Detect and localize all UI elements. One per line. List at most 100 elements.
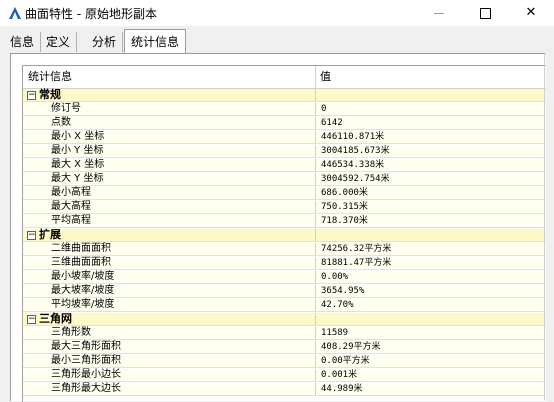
statistic-value: 0.00% xyxy=(321,272,349,282)
column-divider xyxy=(315,271,316,283)
column-divider xyxy=(315,117,316,129)
statistic-name: 三角形数 xyxy=(51,327,91,338)
table-row[interactable]: 平均坡率/坡度 42.70% xyxy=(23,299,546,312)
statistic-name: 最大坡率/坡度 xyxy=(51,285,115,296)
app-a-icon xyxy=(9,7,21,19)
column-header-statistic[interactable]: 统计信息 xyxy=(28,66,72,88)
category-label: 三角网 xyxy=(39,312,72,325)
statistic-value: 0 xyxy=(321,104,327,114)
statistic-name: 最大高程 xyxy=(51,201,91,212)
statistics-grid: 统计信息 值 − 常规 修订号 0 点数 6142 最小 X 坐标 446110.871米 最小… xyxy=(22,65,546,402)
tab-strip: 信息 定义 分析 统计信息 xyxy=(0,26,554,55)
statistic-value: 750.315米 xyxy=(321,202,368,212)
close-icon: ✕ xyxy=(525,5,537,20)
statistic-value: 446534.338米 xyxy=(321,160,385,170)
column-divider xyxy=(315,341,316,353)
statistic-value: 44.989米 xyxy=(321,384,363,394)
category-row[interactable]: − 常规 xyxy=(23,89,546,102)
column-divider xyxy=(315,369,316,381)
column-divider xyxy=(315,243,316,255)
title-bar: 曲面特性 - 原始地形副本 ✕ xyxy=(0,0,554,26)
column-divider xyxy=(315,131,316,143)
column-divider xyxy=(315,383,316,395)
tab-definition[interactable]: 定义 xyxy=(46,32,78,52)
column-divider[interactable] xyxy=(315,66,316,88)
statistic-name: 最大三角形面积 xyxy=(51,341,121,352)
statistic-name: 最小坡率/坡度 xyxy=(51,271,115,282)
statistic-value: 42.70% xyxy=(321,300,354,310)
grid-header: 统计信息 值 xyxy=(23,66,546,89)
column-divider xyxy=(315,299,316,311)
statistic-name: 修订号 xyxy=(51,103,81,114)
statistic-name: 最小 X 坐标 xyxy=(51,131,105,142)
table-row[interactable]: 三角形最大边长 44.989米 xyxy=(23,383,546,396)
tab-statistics[interactable]: 统计信息 xyxy=(124,29,187,55)
statistic-value: 81881.47平方米 xyxy=(321,258,392,268)
panel-right-edge xyxy=(544,53,545,400)
minimize-button[interactable] xyxy=(416,0,462,26)
category-label: 常规 xyxy=(39,88,61,101)
column-divider xyxy=(315,355,316,367)
statistic-name: 三维曲面面积 xyxy=(51,257,111,268)
statistics-panel: 统计信息 值 − 常规 修订号 0 点数 6142 最小 X 坐标 446110.871米 最小… xyxy=(10,53,546,402)
statistic-name: 平均坡率/坡度 xyxy=(51,299,115,310)
tab-info[interactable]: 信息 xyxy=(10,32,42,52)
statistic-value: 3654.95% xyxy=(321,286,365,296)
table-row[interactable]: 二维曲面面积 74256.32平方米 xyxy=(23,243,546,256)
statistic-value: 11589 xyxy=(321,328,349,338)
column-divider xyxy=(315,201,316,213)
statistic-name: 二维曲面面积 xyxy=(51,243,111,254)
table-row[interactable]: 三维曲面面积 81881.47平方米 xyxy=(23,257,546,270)
maximize-button[interactable] xyxy=(462,0,508,26)
statistic-name: 最小 Y 坐标 xyxy=(51,145,104,156)
table-row[interactable]: 最小 X 坐标 446110.871米 xyxy=(23,131,546,144)
minimize-icon xyxy=(434,13,444,14)
table-row[interactable]: 最大 X 坐标 446534.338米 xyxy=(23,159,546,172)
column-divider xyxy=(315,215,316,227)
table-row[interactable]: 最大高程 750.315米 xyxy=(23,201,546,214)
column-divider xyxy=(315,89,316,101)
window-title: 曲面特性 - 原始地形副本 xyxy=(25,7,157,21)
table-row[interactable]: 三角形最小边长 0.001米 xyxy=(23,369,546,382)
column-header-value[interactable]: 值 xyxy=(320,66,331,88)
statistic-value: 0.001米 xyxy=(321,370,358,380)
table-row[interactable]: 修订号 0 xyxy=(23,103,546,116)
statistic-value: 686.000米 xyxy=(321,188,368,198)
statistic-value: 6142 xyxy=(321,118,343,128)
statistic-name: 最大 X 坐标 xyxy=(51,159,105,170)
table-row[interactable]: 平均高程 718.370米 xyxy=(23,215,546,228)
table-row[interactable]: 最小坡率/坡度 0.00% xyxy=(23,271,546,284)
statistic-value: 74256.32平方米 xyxy=(321,244,392,254)
statistic-name: 最大 Y 坐标 xyxy=(51,173,104,184)
table-row[interactable]: 最大三角形面积 408.29平方米 xyxy=(23,341,546,354)
column-divider xyxy=(315,229,316,241)
table-row[interactable]: 最小三角形面积 0.00平方米 xyxy=(23,355,546,368)
table-row[interactable]: 最大坡率/坡度 3654.95% xyxy=(23,285,546,298)
table-row[interactable]: 最小高程 686.000米 xyxy=(23,187,546,200)
collapse-icon[interactable]: − xyxy=(27,91,36,100)
statistic-value: 3004185.673米 xyxy=(321,146,390,156)
statistic-value: 718.370米 xyxy=(321,216,368,226)
column-divider xyxy=(315,187,316,199)
close-button[interactable]: ✕ xyxy=(508,0,554,26)
table-row[interactable]: 最小 Y 坐标 3004185.673米 xyxy=(23,145,546,158)
statistic-value: 3004592.754米 xyxy=(321,174,390,184)
statistic-name: 最小高程 xyxy=(51,187,91,198)
tab-analysis[interactable]: 分析 xyxy=(92,32,124,52)
category-row[interactable]: − 三角网 xyxy=(23,313,546,326)
statistic-name: 最小三角形面积 xyxy=(51,355,121,366)
category-label: 扩展 xyxy=(39,228,61,241)
collapse-icon[interactable]: − xyxy=(27,231,36,240)
statistic-name: 点数 xyxy=(51,117,71,128)
table-row[interactable]: 点数 6142 xyxy=(23,117,546,130)
table-row[interactable]: 最大 Y 坐标 3004592.754米 xyxy=(23,173,546,186)
column-divider xyxy=(315,159,316,171)
column-divider xyxy=(315,313,316,325)
statistic-name: 平均高程 xyxy=(51,215,91,226)
maximize-icon xyxy=(480,8,491,19)
statistic-name: 三角形最大边长 xyxy=(51,383,121,394)
category-row[interactable]: − 扩展 xyxy=(23,229,546,242)
column-divider xyxy=(315,257,316,269)
table-row[interactable]: 三角形数 11589 xyxy=(23,327,546,340)
collapse-icon[interactable]: − xyxy=(27,315,36,324)
